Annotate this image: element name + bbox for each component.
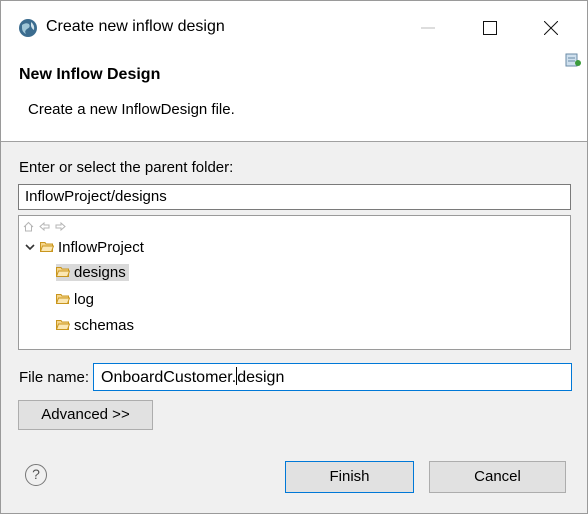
tree-item-label: log xyxy=(74,291,95,308)
chevron-down-icon[interactable] xyxy=(24,241,36,253)
tree-item-root[interactable]: InflowProject xyxy=(24,237,144,259)
wizard-header: New Inflow Design Create a new InflowDes… xyxy=(1,53,587,142)
file-name-label: File name: xyxy=(19,369,90,386)
minimize-button[interactable] xyxy=(405,7,451,51)
tree-item-designs[interactable]: designs xyxy=(56,262,129,284)
minimize-icon xyxy=(421,27,435,29)
maximize-button[interactable] xyxy=(467,7,513,51)
home-icon[interactable] xyxy=(23,221,34,232)
open-folder-icon xyxy=(40,242,54,253)
forward-arrow-icon[interactable] xyxy=(55,221,66,232)
folder-tree[interactable]: InflowProject designs log schemas xyxy=(18,215,571,350)
finish-button[interactable]: Finish xyxy=(285,461,414,493)
folder-icon xyxy=(56,294,70,305)
parent-folder-input[interactable]: InflowProject/designs xyxy=(18,184,571,210)
help-icon[interactable]: ? xyxy=(25,464,47,486)
dialog-window: Create new inflow design New Inflow Desi… xyxy=(0,0,588,514)
selection-highlight: designs xyxy=(56,264,129,281)
parent-folder-label: Enter or select the parent folder: xyxy=(19,159,234,176)
page-description: Create a new InflowDesign file. xyxy=(28,101,235,118)
tree-item-label: InflowProject xyxy=(58,239,144,256)
folder-icon xyxy=(56,320,70,331)
tree-toolbar xyxy=(23,221,66,235)
tree-item-log[interactable]: log xyxy=(56,289,94,311)
close-icon xyxy=(544,21,558,35)
back-arrow-icon[interactable] xyxy=(39,221,50,232)
cancel-button[interactable]: Cancel xyxy=(429,461,566,493)
window-title: Create new inflow design xyxy=(46,18,225,35)
maximize-icon xyxy=(483,21,497,35)
advanced-button[interactable]: Advanced >> xyxy=(18,400,153,430)
folder-icon xyxy=(56,267,70,278)
file-name-text-before: OnboardCustomer. xyxy=(101,369,237,386)
tree-item-schemas[interactable]: schemas xyxy=(56,315,134,337)
file-name-text-after: design xyxy=(237,369,285,386)
tree-item-label: schemas xyxy=(74,317,135,334)
title-bar: Create new inflow design xyxy=(1,1,587,53)
tree-item-label: designs xyxy=(74,264,126,281)
close-button[interactable] xyxy=(528,7,574,51)
new-file-wizard-icon xyxy=(565,53,581,67)
page-title: New Inflow Design xyxy=(19,66,161,83)
app-globe-icon xyxy=(19,19,37,37)
file-name-input[interactable]: OnboardCustomer.design xyxy=(93,363,572,391)
